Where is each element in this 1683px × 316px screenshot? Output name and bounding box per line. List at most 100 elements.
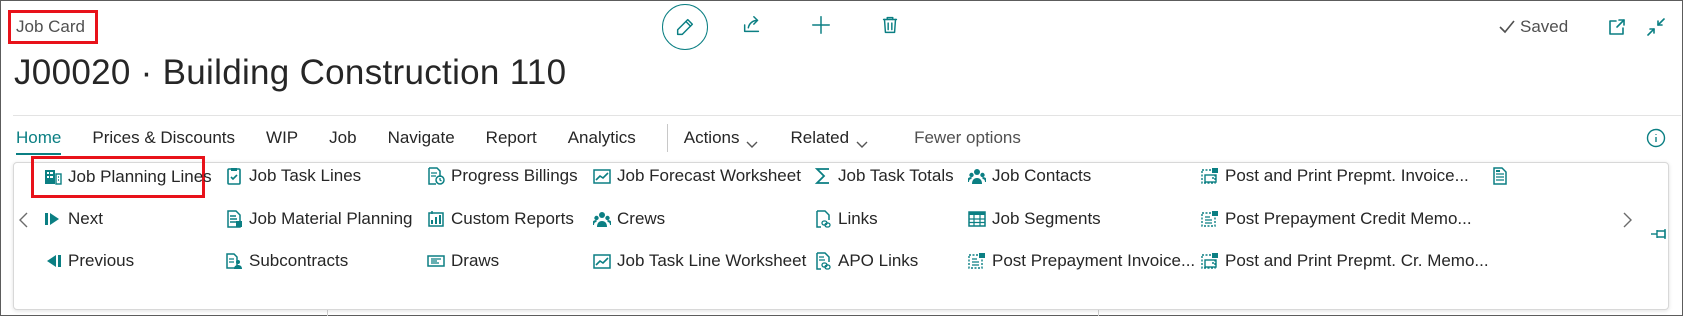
pin-action-bar-button[interactable] — [1649, 224, 1669, 244]
post-document-icon — [968, 252, 986, 270]
tab-job[interactable]: Job — [329, 123, 356, 153]
document-icon — [1491, 167, 1509, 185]
action-label: Job Forecast Worksheet — [617, 166, 801, 185]
collapse-button[interactable] — [1643, 15, 1669, 39]
link-document-icon — [814, 210, 832, 228]
draws-action[interactable]: Draws — [427, 244, 499, 278]
crews-action[interactable]: Crews — [593, 202, 665, 236]
chevron-down-icon — [855, 131, 869, 148]
action-label: Job Segments — [992, 209, 1101, 228]
progress-billings-action[interactable]: Progress Billings — [427, 159, 578, 193]
tab-navigate[interactable]: Navigate — [388, 123, 455, 153]
link-document-icon — [814, 252, 832, 270]
worksheet-trend-icon — [593, 252, 611, 270]
scroll-left-button[interactable] — [16, 210, 30, 230]
job-forecast-worksheet-action[interactable]: Job Forecast Worksheet — [593, 159, 801, 193]
action-label: Post Prepayment Invoice... — [992, 251, 1196, 270]
action-bar-tabs: Home Prices & Discounts WIP Job Navigate… — [16, 123, 1052, 157]
tab-prices-discounts[interactable]: Prices & Discounts — [92, 123, 235, 153]
post-prepayment-invoice-action[interactable]: Post Prepayment Invoice... — [968, 244, 1195, 278]
job-material-planning-action[interactable]: Job Material Planning — [225, 202, 412, 236]
new-button[interactable] — [798, 2, 844, 48]
previous-icon — [44, 252, 62, 270]
share-button[interactable] — [729, 2, 775, 48]
tab-analytics[interactable]: Analytics — [568, 123, 636, 153]
info-icon[interactable] — [1646, 128, 1666, 148]
action-label: Links — [838, 209, 878, 228]
job-contacts-action[interactable]: Job Contacts — [968, 159, 1091, 193]
delete-icon — [882, 16, 898, 34]
job-card-window: Job Card J00020 · Building Construction … — [0, 0, 1683, 316]
collapse-icon — [1647, 18, 1665, 36]
tab-wip[interactable]: WIP — [266, 123, 298, 153]
next-icon — [44, 210, 62, 228]
page-type-label: Job Card — [8, 10, 98, 44]
scroll-right-button[interactable] — [1621, 210, 1635, 230]
fewer-options-link[interactable]: Fewer options — [914, 123, 1021, 153]
report-chart-icon — [427, 210, 445, 228]
next-action[interactable]: Next — [44, 202, 103, 236]
action-label: Post and Print Prepmt. Cr. Memo... — [1225, 251, 1489, 270]
job-task-lines-action[interactable]: Job Task Lines — [225, 159, 361, 193]
action-label: Job Task Line Worksheet — [617, 251, 807, 270]
page-title: J00020 · Building Construction 110 — [14, 53, 567, 92]
action-label: APO Links — [838, 251, 919, 270]
action-label: Post and Print Prepmt. Invoice... — [1225, 166, 1469, 185]
share-icon — [743, 16, 760, 33]
subcontracts-icon — [225, 252, 243, 270]
pin-icon — [1651, 229, 1666, 239]
action-label: Progress Billings — [451, 166, 578, 185]
job-task-totals-action[interactable]: Job Task Totals — [814, 159, 954, 193]
job-segments-action[interactable]: Job Segments — [968, 202, 1101, 236]
chevron-left-icon — [19, 212, 28, 228]
action-label: Draws — [451, 251, 500, 270]
action-label: Job Contacts — [992, 166, 1092, 185]
sum-sigma-icon — [814, 167, 832, 185]
checkmark-icon — [1499, 20, 1515, 34]
action-label: Custom Reports — [451, 209, 574, 228]
job-task-line-worksheet-action[interactable]: Job Task Line Worksheet — [593, 244, 806, 278]
edit-button[interactable] — [662, 4, 708, 50]
post-document-icon — [1201, 210, 1219, 228]
apo-links-action[interactable]: APO Links — [814, 244, 918, 278]
segments-grid-icon — [968, 210, 986, 228]
add-icon — [812, 16, 830, 34]
save-status: Saved — [1498, 17, 1568, 37]
header-divider — [13, 115, 1681, 116]
post-and-print-prepmt-cr-memo-action[interactable]: Post and Print Prepmt. Cr. Memo... — [1201, 244, 1489, 278]
tab-related[interactable]: Related — [790, 123, 869, 153]
chevron-down-icon — [745, 131, 759, 148]
tab-related-label: Related — [790, 128, 850, 147]
post-and-print-prepmt-invoice-action[interactable]: Post and Print Prepmt. Invoice... — [1201, 159, 1469, 193]
action-label: Crews — [617, 209, 666, 228]
custom-reports-action[interactable]: Custom Reports — [427, 202, 574, 236]
people-group-icon — [593, 210, 611, 228]
chevron-right-icon — [1623, 212, 1632, 228]
action-label: Post Prepayment Credit Memo... — [1225, 209, 1472, 228]
more-actions-overflow-item[interactable] — [1491, 159, 1509, 193]
links-action[interactable]: Links — [814, 202, 878, 236]
worksheet-trend-icon — [593, 167, 611, 185]
action-label: Job Task Totals — [838, 166, 954, 185]
job-planning-lines-action[interactable]: Job Planning Lines — [31, 156, 212, 198]
action-label: Next — [68, 209, 103, 228]
action-label: Job Material Planning — [249, 209, 413, 228]
action-label: Job Task Lines — [249, 166, 362, 185]
action-label: Job Planning Lines — [68, 167, 212, 186]
open-new-window-button[interactable] — [1604, 15, 1630, 39]
tab-actions-label: Actions — [683, 128, 740, 147]
open-new-window-icon — [1609, 19, 1625, 35]
material-document-icon — [225, 210, 243, 228]
delete-button[interactable] — [867, 2, 913, 48]
billing-document-icon — [427, 167, 445, 185]
previous-action[interactable]: Previous — [44, 244, 134, 278]
post-prepayment-credit-memo-action[interactable]: Post Prepayment Credit Memo... — [1201, 202, 1472, 236]
tab-home[interactable]: Home — [16, 123, 62, 155]
subcontracts-action[interactable]: Subcontracts — [225, 244, 348, 278]
edit-pencil-icon — [676, 18, 694, 36]
tab-report[interactable]: Report — [486, 123, 537, 153]
tab-actions[interactable]: Actions — [684, 123, 760, 153]
save-status-label: Saved — [1520, 17, 1569, 36]
post-print-icon — [1201, 167, 1219, 185]
tabs-divider — [666, 124, 668, 152]
